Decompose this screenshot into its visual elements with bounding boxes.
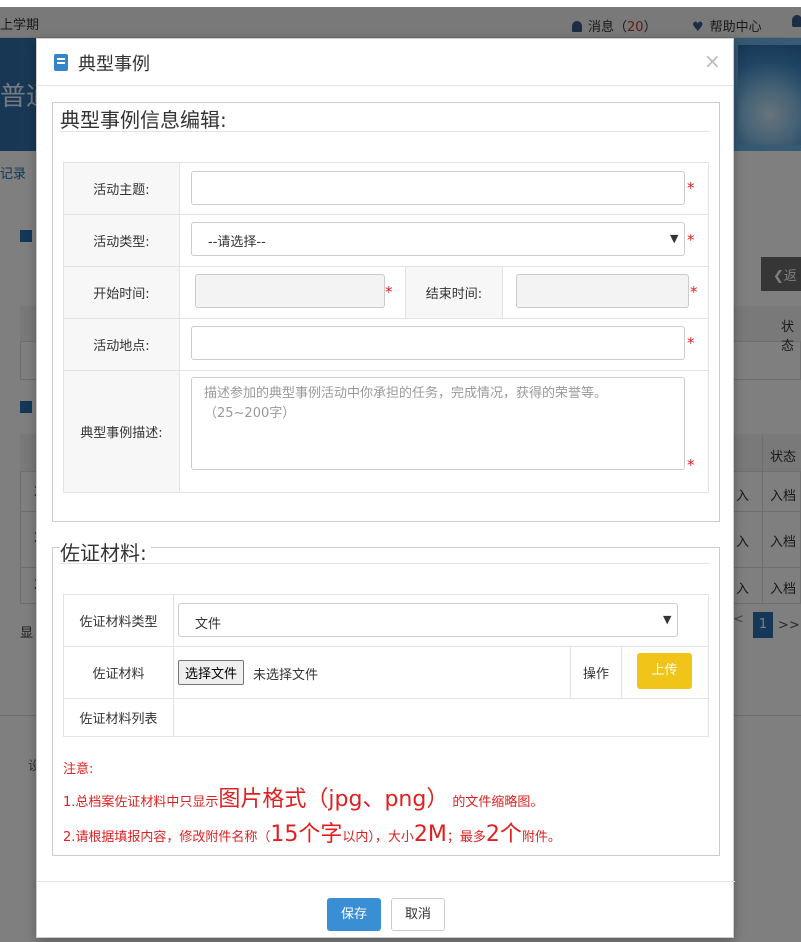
no-file-text: 未选择文件: [253, 668, 319, 683]
material-type-selected-value: 文件: [195, 617, 222, 632]
type-selected-value: --请选择--: [208, 235, 266, 250]
end-time-label: 结束时间:: [405, 266, 503, 319]
material-type-select[interactable]: 文件 ▼: [178, 603, 678, 637]
divider: [60, 563, 710, 564]
description-label: 典型事例描述:: [63, 370, 180, 493]
material-list-label: 佐证材料列表: [63, 698, 174, 737]
required-mark: *: [385, 283, 393, 301]
chevron-down-icon: ▼: [670, 232, 679, 245]
save-button[interactable]: 保存: [327, 898, 381, 931]
material-label: 佐证材料: [63, 646, 174, 699]
topic-input[interactable]: [191, 171, 685, 205]
evidence-legend: 佐证材料:: [60, 537, 151, 566]
required-mark: *: [687, 231, 695, 249]
modal-title: 典型事例: [78, 54, 150, 75]
required-mark: *: [687, 456, 695, 474]
choose-file-button[interactable]: 选择文件: [178, 660, 245, 685]
end-time-input[interactable]: [516, 274, 689, 308]
start-time-input[interactable]: [195, 274, 385, 308]
operation-label: 操作: [570, 646, 622, 699]
required-mark: *: [687, 334, 695, 352]
place-input[interactable]: [191, 326, 685, 360]
page-top-strip: [0, 0, 801, 7]
document-icon: [54, 54, 68, 71]
close-icon[interactable]: ×: [704, 49, 721, 73]
upload-button[interactable]: 上传: [637, 653, 692, 689]
case-info-legend: 典型事例信息编辑:: [60, 104, 231, 133]
place-label: 活动地点:: [63, 318, 180, 371]
start-time-label: 开始时间:: [63, 266, 180, 319]
type-label: 活动类型:: [63, 214, 180, 267]
cancel-button[interactable]: 取消: [391, 898, 445, 931]
modal-footer: 保存 取消: [37, 881, 735, 939]
modal-header: 典型事例 ×: [37, 39, 733, 86]
required-mark: *: [690, 283, 698, 301]
material-type-label: 佐证材料类型: [63, 594, 174, 647]
type-select[interactable]: --请选择-- ▼: [191, 222, 685, 256]
typical-case-modal: 典型事例 × 典型事例信息编辑: 活动主题: 活动类型: 开始时间: 结束时间: …: [36, 38, 735, 939]
description-placeholder-line1: 描述参加的典型事例活动中你承担的任务，完成情况，获得的荣誉等。: [204, 386, 608, 401]
note-line-2: 2.请根据填报内容，修改附件名称（15个字以内），大小2M；最多2个附件。: [63, 822, 561, 847]
required-mark: *: [687, 179, 695, 197]
chevron-down-icon: ▼: [663, 613, 672, 626]
note-title: 注意:: [63, 762, 94, 777]
description-textarea[interactable]: 描述参加的典型事例活动中你承担的任务，完成情况，获得的荣誉等。 （25~200字…: [191, 377, 685, 470]
note-line-1: 1.总档案佐证材料中只显示图片格式（jpg、png） 的文件缩略图。: [63, 787, 544, 812]
description-placeholder-line2: （25~200字）: [204, 406, 296, 421]
topic-label: 活动主题:: [63, 162, 180, 215]
divider: [60, 131, 710, 132]
